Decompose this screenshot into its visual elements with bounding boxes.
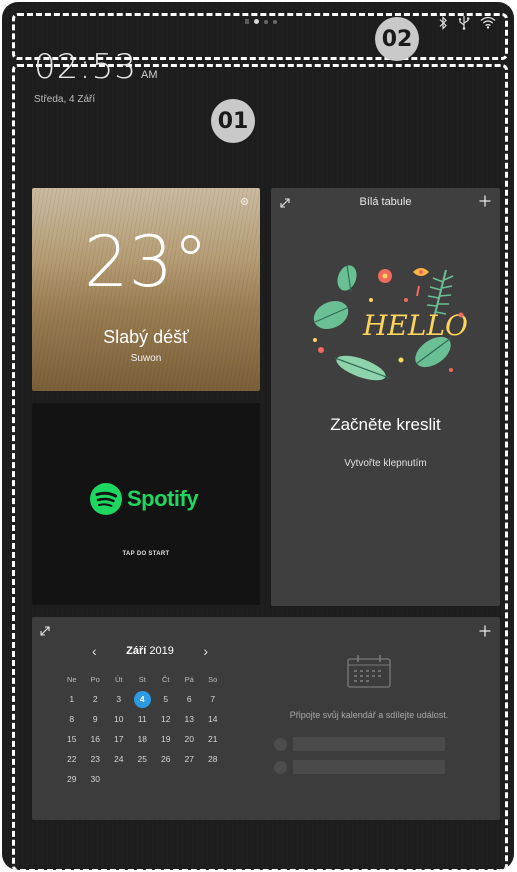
calendar-day[interactable]: 9 bbox=[84, 714, 108, 724]
clock-ampm: AM bbox=[140, 69, 158, 81]
calendar-weekday-row: Ne Po Út St Čt Pá So bbox=[60, 669, 225, 689]
calendar-day[interactable]: 1 bbox=[60, 694, 84, 704]
calendar-day[interactable]: 21 bbox=[201, 734, 225, 744]
calendar-week-row: 29 30 bbox=[60, 769, 225, 789]
weekday-label: St bbox=[138, 674, 146, 684]
weather-widget[interactable]: 23° Slabý déšť Suwon bbox=[32, 188, 260, 391]
weather-temperature: 23° bbox=[83, 221, 209, 303]
calendar-week-row: 15 16 17 18 19 20 21 bbox=[60, 729, 225, 749]
clock: 02:53 AM bbox=[34, 50, 157, 84]
spotify-wordmark: Spotify bbox=[127, 486, 199, 511]
placeholder-dot bbox=[274, 737, 287, 751]
calendar-grid: Ne Po Út St Čt Pá So 1 2 3 4 5 6 7 8 9 1… bbox=[60, 669, 225, 789]
page-dot-home bbox=[245, 19, 249, 24]
event-placeholder bbox=[274, 737, 445, 751]
whiteboard-tap-to-create: Vytvořte klepnutím bbox=[344, 458, 427, 469]
calendar-day[interactable]: 13 bbox=[178, 714, 202, 724]
calendar-day[interactable]: 2 bbox=[84, 694, 108, 704]
calendar-day[interactable]: 25 bbox=[131, 754, 155, 764]
spotify-tap-to-start[interactable]: TAP DO START bbox=[32, 551, 260, 557]
home-screen: 02 02:53 AM Středa, 4 Září 01 23° Slabý … bbox=[2, 2, 514, 870]
placeholder-dot bbox=[274, 760, 287, 774]
spotify-widget[interactable]: Spotify TAP DO START bbox=[32, 403, 260, 605]
chevron-right-icon[interactable]: › bbox=[203, 643, 208, 659]
event-placeholder bbox=[274, 760, 445, 774]
calendar-day[interactable]: 27 bbox=[178, 754, 202, 764]
spotify-logo: Spotify bbox=[89, 482, 199, 516]
date-label: Středa, 4 Září bbox=[34, 94, 96, 105]
calendar-month-header: ‹ Září 2019 › bbox=[92, 643, 208, 659]
spotify-icon bbox=[90, 483, 122, 515]
usb-icon bbox=[458, 16, 470, 30]
wifi-icon bbox=[480, 16, 496, 29]
weekday-label: Pá bbox=[184, 674, 194, 684]
calendar-day[interactable]: 20 bbox=[178, 734, 202, 744]
bluetooth-icon bbox=[439, 15, 447, 30]
add-event-icon[interactable] bbox=[479, 625, 491, 637]
hello-illustration: HELLO bbox=[313, 264, 468, 381]
calendar-day[interactable]: 6 bbox=[178, 694, 202, 704]
calendar-day[interactable]: 30 bbox=[84, 774, 108, 784]
add-icon[interactable] bbox=[479, 195, 491, 207]
calendar-week-row: 1 2 3 4 5 6 7 bbox=[60, 689, 225, 709]
weekday-label: So bbox=[208, 674, 218, 684]
calendar-day[interactable]: 29 bbox=[60, 774, 84, 784]
calendar-day[interactable]: 14 bbox=[201, 714, 225, 724]
expand-icon[interactable] bbox=[40, 626, 50, 636]
calendar-week-row: 22 23 24 25 26 27 28 bbox=[60, 749, 225, 769]
whiteboard-title: Bílá tabule bbox=[359, 196, 412, 208]
calendar-day[interactable]: 15 bbox=[60, 734, 84, 744]
chevron-left-icon[interactable]: ‹ bbox=[92, 643, 97, 659]
calendar-day[interactable]: 22 bbox=[60, 754, 84, 764]
weather-city: Suwon bbox=[130, 353, 162, 364]
weekday-label: Po bbox=[90, 674, 100, 684]
weather-condition: Slabý déšť bbox=[103, 327, 189, 347]
calendar-day[interactable]: 11 bbox=[131, 714, 155, 724]
whiteboard-widget[interactable]: Bílá tabule HELLO Začněte kreslit Vytvoř… bbox=[271, 188, 500, 606]
calendar-day[interactable]: 17 bbox=[107, 734, 131, 744]
status-icons bbox=[438, 15, 496, 30]
calendar-connect-message: Připojte svůj kalendář a sdílejte událos… bbox=[289, 710, 449, 720]
weekday-label: Čt bbox=[162, 674, 170, 684]
weekday-label: Ne bbox=[66, 674, 77, 684]
page-indicator[interactable] bbox=[245, 19, 277, 24]
calendar-day[interactable]: 23 bbox=[84, 754, 108, 764]
calendar-day[interactable]: 7 bbox=[201, 694, 225, 704]
gear-icon[interactable] bbox=[239, 196, 250, 207]
calendar-day[interactable]: 24 bbox=[107, 754, 131, 764]
calendar-day[interactable]: 19 bbox=[154, 734, 178, 744]
placeholder-bar bbox=[293, 737, 445, 751]
calendar-week-row: 8 9 10 11 12 13 14 bbox=[60, 709, 225, 729]
callout-badge-main: 01 bbox=[211, 99, 255, 143]
hello-art-text: HELLO bbox=[362, 309, 468, 342]
calendar-day[interactable]: 8 bbox=[60, 714, 84, 724]
clock-time: 02:53 bbox=[34, 47, 137, 87]
calendar-day[interactable]: 28 bbox=[201, 754, 225, 764]
calendar-widget[interactable]: ‹ Září 2019 › Ne Po Út St Čt Pá So 1 2 3… bbox=[32, 617, 500, 820]
calendar-day[interactable]: 5 bbox=[154, 694, 178, 704]
calendar-day[interactable]: 16 bbox=[84, 734, 108, 744]
placeholder-bar bbox=[293, 760, 445, 774]
calendar-day[interactable]: 12 bbox=[154, 714, 178, 724]
calendar-day[interactable]: 10 bbox=[107, 714, 131, 724]
page-dot bbox=[264, 19, 268, 24]
calendar-icon bbox=[347, 655, 391, 688]
callout-badge-status: 02 bbox=[375, 17, 419, 61]
calendar-day[interactable]: 18 bbox=[131, 734, 155, 744]
page-dot bbox=[273, 19, 277, 24]
calendar-day[interactable]: 3 bbox=[107, 694, 131, 704]
calendar-month-label: Září 2019 bbox=[126, 645, 174, 657]
calendar-day-today[interactable]: 4 bbox=[131, 690, 155, 708]
whiteboard-start-drawing[interactable]: Začněte kreslit bbox=[271, 415, 500, 435]
weekday-label: Út bbox=[115, 674, 123, 684]
calendar-day[interactable]: 26 bbox=[154, 754, 178, 764]
page-dot-active bbox=[254, 19, 259, 24]
